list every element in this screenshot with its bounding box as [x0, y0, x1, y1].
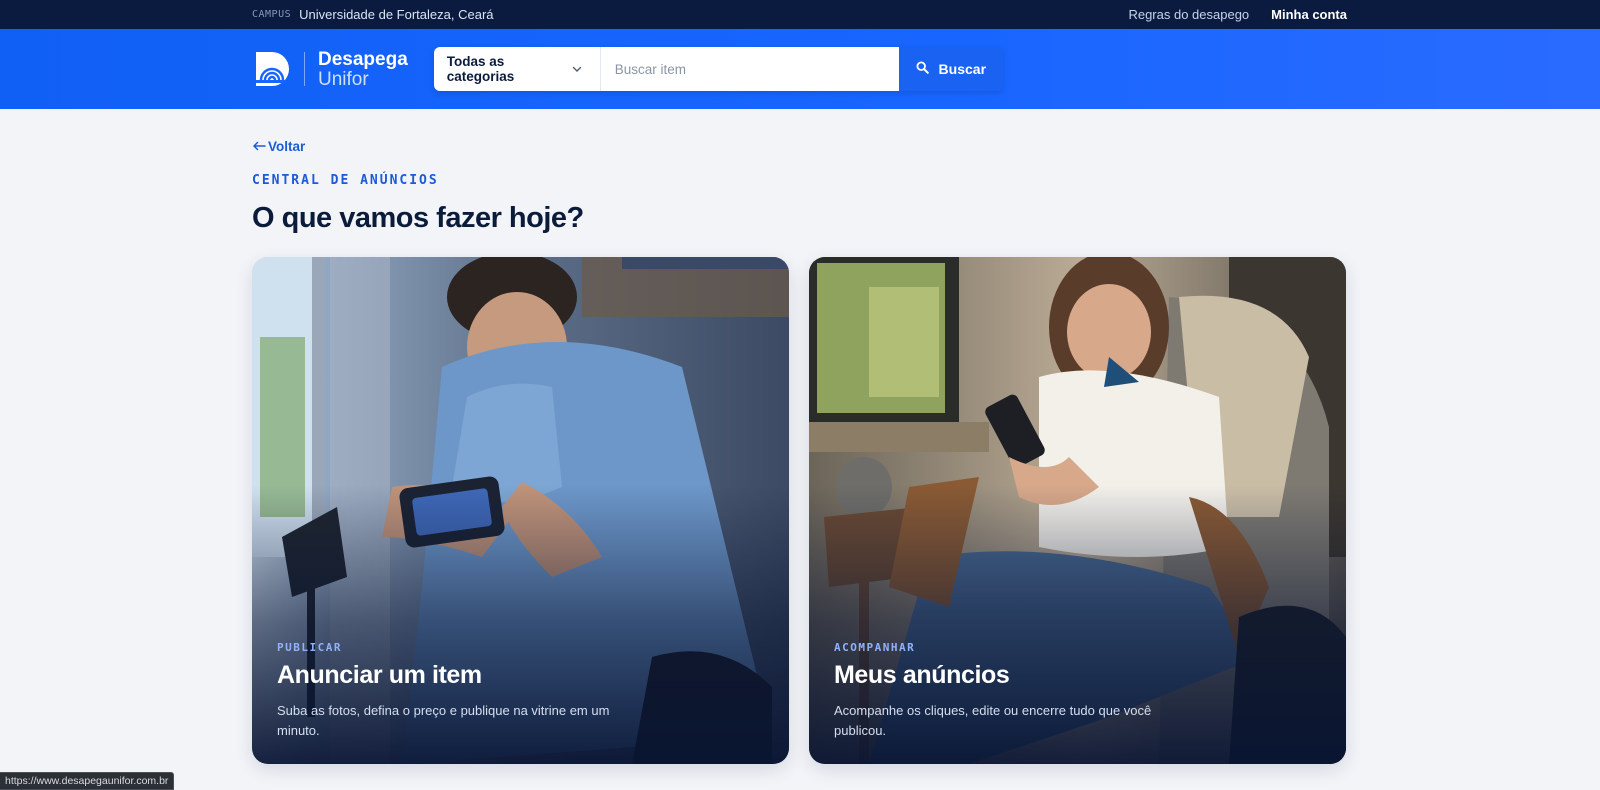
page-title: O que vamos fazer hoje? [252, 202, 584, 234]
site-logo[interactable]: Desapega Unifor [252, 48, 408, 90]
main-content: Voltar CENTRAL DE ANÚNCIOS O que vamos f… [0, 109, 1600, 764]
chevron-down-icon [572, 64, 582, 74]
browser-status-bar: https://www.desapegaunifor.com.br [0, 772, 175, 790]
search-bar: Todas as categorias Buscar [433, 47, 1003, 91]
logo-divider [304, 52, 305, 86]
publish-card-title: Anunciar um item [277, 661, 482, 689]
my-listings-card-description: Acompanhe os cliques, edite ou encerre t… [834, 703, 1152, 738]
search-button[interactable]: Buscar [898, 47, 1003, 91]
search-input[interactable] [600, 47, 899, 91]
top-links: Regras do desapego Minha conta [1128, 7, 1347, 22]
rules-link[interactable]: Regras do desapego [1128, 7, 1249, 22]
campus-tag: CAMPUS [252, 9, 292, 20]
main-header: Desapega Unifor Todas as categorias Busc… [0, 29, 1600, 109]
back-link-label: Voltar [268, 139, 306, 154]
my-listings-card-body: ACOMPANHAR Meus anúncios Acompanhe os cl… [834, 641, 1206, 740]
search-icon [916, 61, 929, 77]
category-select[interactable]: Todas as categorias [433, 47, 601, 91]
campus-name: Universidade de Fortaleza, Ceará [299, 7, 494, 22]
logo-line2: Unifor [318, 68, 369, 90]
top-bar: CAMPUS Universidade de Fortaleza, Ceará … [0, 0, 1600, 29]
search-button-label: Buscar [938, 61, 987, 77]
action-cards: PUBLICAR Anunciar um item Suba as fotos,… [252, 257, 1347, 764]
publish-card-description: Suba as fotos, defina o preço e publique… [277, 703, 610, 738]
campus-info: CAMPUS Universidade de Fortaleza, Ceará [252, 7, 494, 22]
logo-mark-icon [252, 48, 292, 90]
category-select-label: Todas as categorias [446, 54, 515, 84]
publish-card-body: PUBLICAR Anunciar um item Suba as fotos,… [277, 641, 649, 740]
my-listings-card-tag: ACOMPANHAR [834, 641, 916, 654]
publish-card-tag: PUBLICAR [277, 641, 342, 654]
my-listings-card-title: Meus anúncios [834, 661, 1010, 689]
back-link[interactable]: Voltar [252, 139, 305, 154]
logo-text: Desapega Unifor [318, 50, 408, 89]
arrow-left-icon [252, 139, 266, 154]
publish-card[interactable]: PUBLICAR Anunciar um item Suba as fotos,… [252, 257, 789, 764]
logo-line1: Desapega [318, 48, 408, 70]
status-url: https://www.desapegaunifor.com.br [5, 775, 169, 787]
my-listings-card[interactable]: ACOMPANHAR Meus anúncios Acompanhe os cl… [809, 257, 1346, 764]
section-eyebrow: CENTRAL DE ANÚNCIOS [252, 173, 439, 188]
my-account-link[interactable]: Minha conta [1271, 7, 1347, 22]
